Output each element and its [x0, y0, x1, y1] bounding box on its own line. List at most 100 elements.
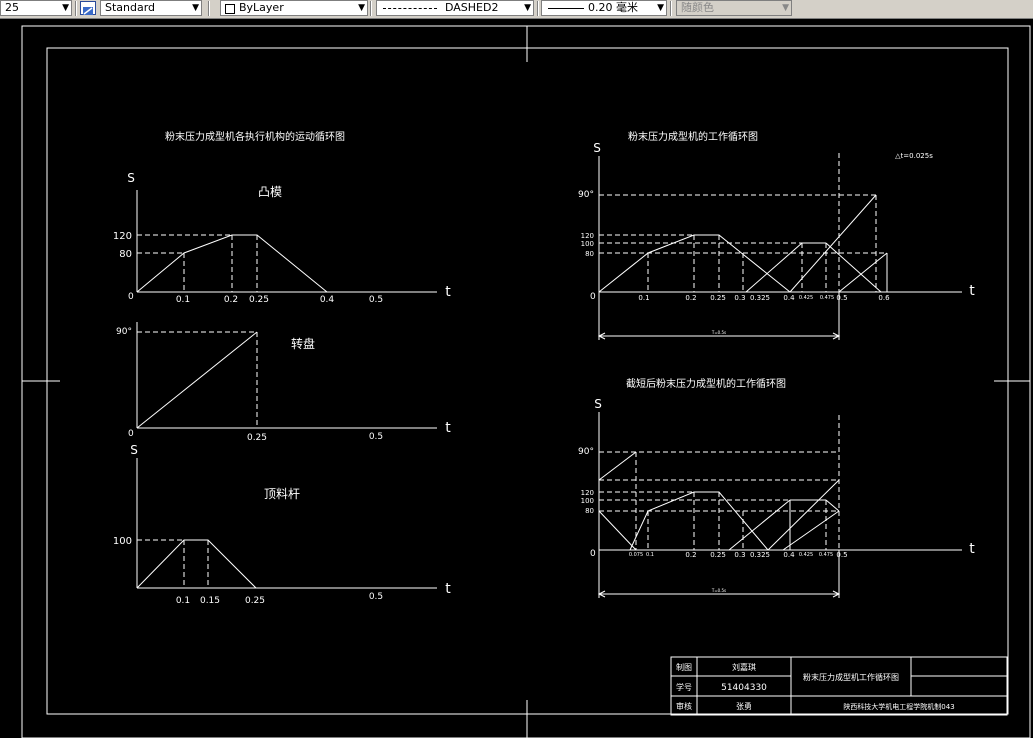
xtick-label: 0.4	[320, 295, 335, 305]
origin-label: 0	[128, 292, 134, 302]
time-step-note: △t=0.025s	[895, 152, 933, 160]
layer-value: ByLayer	[239, 1, 284, 14]
xtick-label: 0.25	[710, 551, 726, 559]
scale-dropdown[interactable]: 25 ▼	[0, 0, 72, 16]
toolbar-separator	[537, 1, 539, 16]
ytick-label: 100	[113, 536, 132, 547]
s-axis-label: S	[127, 171, 135, 185]
solid-line-icon	[548, 8, 584, 9]
s-axis-label: S	[593, 141, 601, 155]
xtick-label: 0.6	[878, 294, 890, 302]
toolbar-separator	[75, 1, 77, 16]
xtick-label: 0.325	[750, 294, 770, 302]
title-block: 制图 刘嘉琪 学号 51404330 审核 张勇 粉末压力成型机工作循环图 陕西…	[670, 656, 1008, 716]
xtick-label: 0.15	[200, 596, 220, 606]
ytick-label: 90°	[116, 327, 132, 337]
xtick-label: 0.1	[646, 552, 654, 558]
xtick-label: 0.1	[638, 294, 649, 302]
xtick-label: 0.2	[685, 294, 696, 302]
t-axis-label: t	[445, 420, 451, 436]
linetype-dropdown[interactable]: DASHED2 ▼	[376, 0, 534, 16]
chart-working-cycle: S t 0 △t=0.025s 90° 120 100 80 0.1 0.2 0…	[578, 141, 975, 340]
t-axis-label: t	[969, 283, 975, 299]
xtick-label: 0.1	[176, 596, 190, 606]
origin-label: 0	[590, 549, 596, 559]
period-dimension: T=0.5s	[711, 588, 726, 593]
reviewer-label: 审核	[676, 701, 692, 711]
lineweight-value: 0.20 毫米	[588, 1, 638, 14]
xtick-label: 0.325	[750, 551, 770, 559]
xtick-label: 0.25	[249, 295, 269, 305]
chevron-down-icon: ▼	[524, 3, 531, 13]
plot-style-value: 随颜色	[681, 1, 714, 14]
right-top-title: 粉末压力成型机的工作循环图	[628, 130, 758, 143]
xtick-label: 0.075	[629, 552, 643, 558]
linetype-value: DASHED2	[445, 1, 499, 14]
school-name: 陕西科技大学机电工程学院机制043	[843, 702, 954, 711]
ytick-label: 90°	[578, 190, 594, 200]
plot-style-dropdown[interactable]: 随颜色 ▼	[676, 0, 792, 16]
xtick-label: 0.5	[369, 432, 383, 442]
text-style-dropdown[interactable]: Standard ▼	[100, 0, 202, 16]
chevron-down-icon: ▼	[358, 3, 365, 13]
xtick-label: 0.4	[783, 294, 795, 302]
s-axis-label: S	[594, 397, 602, 411]
period-dimension: T=0.5s	[711, 330, 726, 335]
chart-turntable: t 0 转盘 90° 0.25 0.5	[116, 322, 451, 443]
xtick-label: 0.2	[224, 295, 238, 305]
drawing-title: 粉末压力成型机工作循环图	[803, 672, 899, 682]
toolbar-separator	[370, 1, 372, 16]
chart-punch: S t 0 凸模 80 120 0.1 0.2 0.25 0.4 0.5	[113, 171, 451, 305]
xtick-label: 0.25	[245, 596, 265, 606]
toolbar-separator	[670, 1, 672, 16]
chevron-down-icon: ▼	[657, 3, 664, 13]
left-title: 粉末压力成型机各执行机构的运动循环图	[165, 130, 345, 143]
xtick-label: 0.2	[685, 551, 696, 559]
ytick-label: 80	[119, 249, 132, 260]
ytick-label: 100	[581, 240, 594, 248]
ytick-label: 80	[585, 250, 594, 258]
xtick-label: 0.5	[369, 592, 383, 602]
chart-label: 转盘	[291, 336, 315, 351]
ytick-label: 100	[581, 497, 594, 505]
t-axis-label: t	[445, 284, 451, 300]
origin-label: 0	[128, 429, 134, 439]
xtick-label: 0.4	[783, 551, 795, 559]
toolbar-separator	[208, 1, 210, 16]
scale-value: 25	[5, 1, 19, 14]
xtick-label: 0.5	[369, 295, 383, 305]
t-axis-label: t	[445, 581, 451, 597]
chart-ejector: S t 顶料杆 100 0.1 0.15 0.25 0.5	[113, 443, 451, 606]
reviewer-value: 张勇	[736, 702, 752, 711]
xtick-label: 0.25	[710, 294, 726, 302]
drawn-by-label: 制图	[676, 662, 692, 672]
xtick-label: 0.1	[176, 295, 190, 305]
ytick-label: 120	[581, 232, 594, 240]
text-style-icon[interactable]	[80, 1, 96, 15]
ytick-label: 80	[585, 507, 594, 515]
xtick-label: 0.25	[247, 433, 267, 443]
lineweight-dropdown[interactable]: 0.20 毫米 ▼	[541, 0, 667, 16]
chart-label: 凸模	[258, 185, 282, 199]
student-id-value: 51404330	[721, 683, 767, 693]
right-bottom-title: 截短后粉末压力成型机的工作循环图	[626, 377, 786, 390]
chart-label: 顶料杆	[264, 487, 300, 501]
chart-shortened-cycle: S t 0 90° 120 100 80 0.075 0.1 0.2 0.25 …	[578, 397, 975, 598]
xtick-label: 0.425	[799, 295, 813, 301]
origin-label: 0	[590, 292, 596, 302]
xtick-label: 0.3	[734, 294, 745, 302]
xtick-label: 0.5	[836, 551, 847, 559]
color-swatch-icon	[225, 4, 235, 14]
xtick-label: 0.425	[799, 552, 813, 558]
chevron-down-icon: ▼	[782, 3, 789, 13]
xtick-label: 0.3	[734, 551, 745, 559]
xtick-label: 0.5	[836, 294, 847, 302]
drawing-canvas[interactable]: 粉末压力成型机各执行机构的运动循环图 S t 0 凸模 80 120 0.1 0…	[0, 18, 1033, 738]
properties-toolbar: 25 ▼ Standard ▼ ByLayer ▼ DASHED2 ▼ 0.20…	[0, 0, 1033, 19]
ytick-label: 90°	[578, 447, 594, 457]
dashed-line-icon	[383, 8, 437, 9]
layer-dropdown[interactable]: ByLayer ▼	[220, 0, 368, 16]
xtick-label: 0.475	[819, 552, 833, 558]
text-style-value: Standard	[105, 1, 156, 14]
chevron-down-icon: ▼	[192, 3, 199, 13]
